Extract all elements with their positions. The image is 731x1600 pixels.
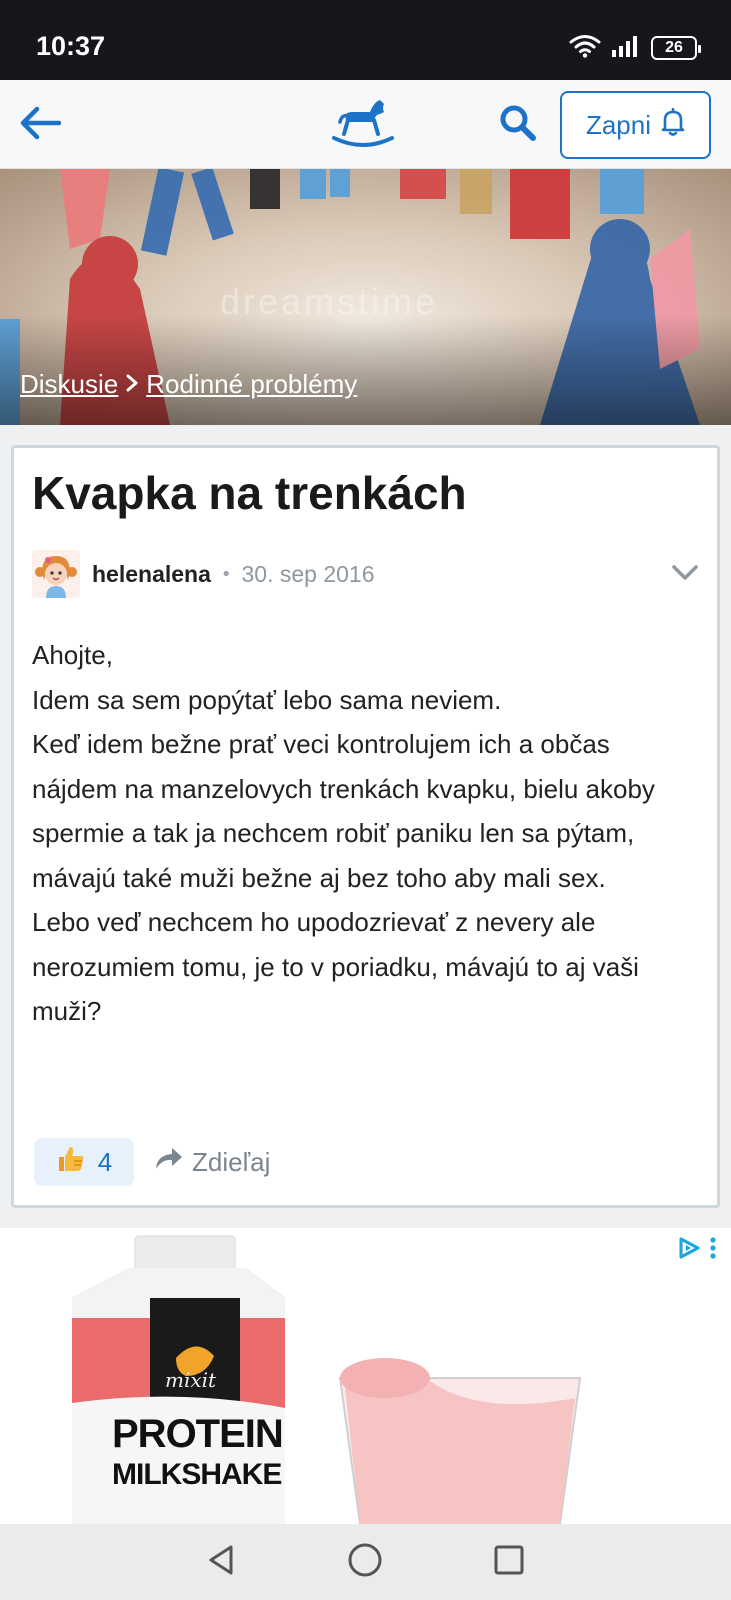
- like-count: 4: [97, 1146, 113, 1177]
- share-button[interactable]: Zdieľaj: [154, 1146, 270, 1179]
- post-title: Kvapka na trenkách: [32, 467, 467, 519]
- arrow-left-icon: [19, 105, 62, 145]
- breadcrumb-link-rodinne-problemy[interactable]: Rodinné problémy: [146, 369, 357, 400]
- nav-back-button[interactable]: [194, 1534, 250, 1590]
- post-body-line: Ahojte,: [32, 640, 113, 670]
- hero-banner: dreamstime Diskusie Rodinné problémy: [0, 169, 731, 425]
- post-actions: 4 Zdieľaj: [34, 1138, 270, 1186]
- advertisement[interactable]: mixit PROTEIN MILKSHAKE: [0, 1228, 731, 1524]
- post-body: Ahojte, Idem sa sem popýtať lebo sama ne…: [32, 633, 702, 1034]
- notify-button[interactable]: Zapni: [560, 91, 711, 159]
- ad-choices[interactable]: [677, 1236, 717, 1264]
- ad-image: [72, 1235, 582, 1524]
- post-body-line: Keď idem bežne prať veci kontrolujem ich…: [32, 729, 655, 893]
- chevron-right-icon: [124, 369, 140, 400]
- system-nav-bar: [0, 1524, 731, 1600]
- post-date: 30. sep 2016: [241, 560, 375, 587]
- post-body-line: Idem sa sem popýtať lebo sama neviem.: [32, 684, 502, 715]
- post-card: Kvapka na trenkách helenalena • 30. sep …: [11, 445, 720, 1208]
- share-arrow-icon: [154, 1146, 184, 1179]
- author-row: helenalena • 30. sep 2016: [32, 548, 702, 600]
- separator-dot: •: [220, 563, 232, 585]
- post-body-line: Lebo veď nechcem ho upodozrievať z never…: [32, 907, 639, 1026]
- recents-square-icon: [493, 1544, 525, 1580]
- search-icon: [498, 103, 538, 147]
- wifi-icon: [569, 34, 601, 62]
- rocking-horse-icon[interactable]: [330, 94, 396, 150]
- ad-brand: mixit: [165, 1368, 217, 1392]
- share-label: Zdieľaj: [192, 1146, 271, 1177]
- like-button[interactable]: 4: [34, 1138, 134, 1186]
- avatar[interactable]: [32, 550, 80, 598]
- chevron-down-icon[interactable]: [668, 556, 702, 590]
- breadcrumb-link-diskusie[interactable]: Diskusie: [20, 369, 118, 400]
- ad-product-line1: PROTEIN: [112, 1412, 284, 1456]
- search-button[interactable]: [494, 102, 542, 148]
- bell-icon: [661, 107, 685, 143]
- breadcrumb: Diskusie Rodinné problémy: [20, 369, 357, 400]
- status-bar: 10:37 26: [0, 0, 731, 80]
- nav-recents-button[interactable]: [481, 1534, 537, 1590]
- more-vert-icon: [709, 1236, 717, 1264]
- back-triangle-icon: [205, 1543, 239, 1581]
- ad-product-line2: MILKSHAKE: [112, 1458, 282, 1491]
- signal-icon: [611, 34, 641, 62]
- home-circle-icon: [347, 1542, 383, 1582]
- status-icons: 26: [569, 34, 701, 62]
- back-button[interactable]: [14, 102, 66, 148]
- ad-choices-icon: [677, 1236, 701, 1264]
- status-time: 10:37: [36, 31, 106, 61]
- battery-icon: 26: [651, 36, 701, 60]
- notify-label: Zapni: [585, 109, 652, 140]
- author-name[interactable]: helenalena: [92, 561, 211, 588]
- thumbs-up-icon: [56, 1144, 86, 1181]
- nav-home-button[interactable]: [337, 1534, 393, 1590]
- app-bar: Zapni: [0, 80, 731, 169]
